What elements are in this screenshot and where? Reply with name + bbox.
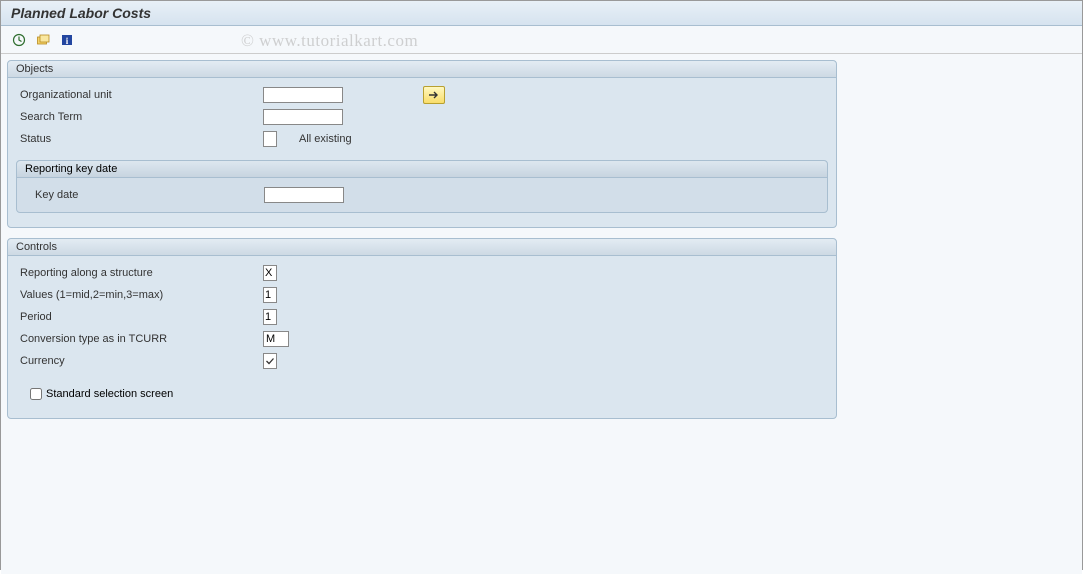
key-date-input[interactable] (264, 187, 344, 203)
info-button[interactable]: i (57, 31, 77, 49)
values-label: Values (1=mid,2=min,3=max) (18, 289, 263, 301)
page-title: Planned Labor Costs (1, 1, 1082, 26)
get-variant-button[interactable] (33, 31, 53, 49)
rep-structure-label: Reporting along a structure (18, 267, 263, 279)
reporting-key-date-title: Reporting key date (17, 161, 827, 178)
key-date-label: Key date (27, 189, 264, 201)
toolbar: i (1, 26, 1082, 54)
multiple-selection-button[interactable] (423, 86, 445, 104)
currency-checkbox[interactable] (263, 353, 277, 369)
checkmark-icon (265, 356, 275, 366)
content-area: Objects Organizational unit Search Term … (1, 54, 1082, 574)
values-input[interactable] (263, 287, 277, 303)
clock-execute-icon (12, 33, 26, 47)
conv-type-input[interactable] (263, 331, 289, 347)
period-label: Period (18, 311, 263, 323)
status-text: All existing (299, 133, 352, 145)
search-term-label: Search Term (18, 111, 263, 123)
currency-label: Currency (18, 355, 263, 367)
search-term-input[interactable] (263, 109, 343, 125)
conv-type-label: Conversion type as in TCURR (18, 333, 263, 345)
objects-group-title: Objects (8, 61, 836, 78)
reporting-key-date-group: Reporting key date Key date (16, 160, 828, 213)
org-unit-input[interactable] (263, 87, 343, 103)
controls-group: Controls Reporting along a structure Val… (7, 238, 837, 419)
org-unit-label: Organizational unit (18, 89, 263, 101)
std-selection-checkbox[interactable] (30, 388, 42, 400)
rep-structure-input[interactable] (263, 265, 277, 281)
folder-variant-icon (36, 33, 50, 47)
std-selection-label[interactable]: Standard selection screen (46, 388, 173, 400)
controls-group-title: Controls (8, 239, 836, 256)
status-label: Status (18, 133, 263, 145)
objects-group: Objects Organizational unit Search Term … (7, 60, 837, 228)
period-input[interactable] (263, 309, 277, 325)
info-icon: i (60, 33, 74, 47)
arrow-right-icon (428, 90, 440, 100)
status-input[interactable] (263, 131, 277, 147)
execute-button[interactable] (9, 31, 29, 49)
